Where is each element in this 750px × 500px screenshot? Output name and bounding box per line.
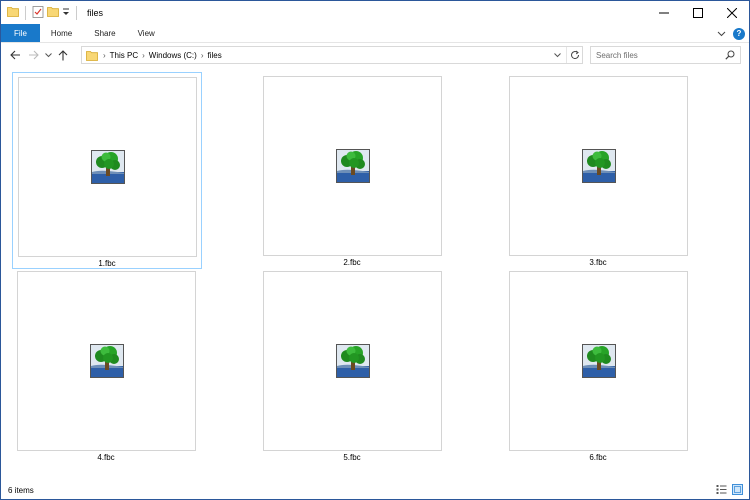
tree-thumbnail-icon [335,149,370,183]
divider [25,5,26,20]
search-input[interactable] [596,50,721,60]
tab-share[interactable]: Share [83,24,126,42]
tab-home[interactable]: Home [40,24,83,42]
tab-view[interactable]: View [127,24,166,42]
expand-ribbon-button[interactable] [717,29,726,39]
file-view: 1.fbc 2.fbc 3.fbc 4.fbc 5.fbc 6.fbc [1,67,749,481]
tree-thumbnail-icon [581,149,616,183]
maximize-icon [693,7,703,18]
item-count: 6 items [8,485,34,495]
arrow-left-icon [9,50,20,60]
arrow-right-icon [28,50,39,60]
file-name[interactable]: 3.fbc [504,258,692,267]
close-icon [727,7,737,18]
tree-thumbnail-icon [90,150,125,184]
refresh-button[interactable] [566,47,582,63]
file-name[interactable]: 2.fbc [258,258,446,267]
chevron-down-icon [44,52,52,57]
file-thumbnail[interactable] [509,271,688,451]
arrow-up-icon [58,49,68,60]
file-item[interactable]: 3.fbc [504,72,694,269]
window-title: files [87,7,104,18]
divider [76,5,77,20]
file-item[interactable]: 4.fbc [12,267,202,464]
file-thumbnail[interactable] [263,76,442,256]
view-switcher [716,484,743,497]
file-item[interactable]: 2.fbc [258,72,448,269]
search-box[interactable] [590,46,741,64]
tree-thumbnail-icon [581,344,616,378]
minimize-button[interactable] [647,1,681,24]
folder-icon [86,50,98,61]
maximize-button[interactable] [681,1,715,24]
file-thumbnail[interactable] [509,76,688,256]
customize-toolbar-icon[interactable] [62,7,70,19]
properties-icon[interactable] [32,5,44,20]
file-name[interactable]: 4.fbc [12,453,200,462]
file-item[interactable]: 6.fbc [504,267,694,464]
folder-icon [7,6,19,19]
file-thumbnail[interactable] [17,271,196,451]
up-button[interactable] [54,46,72,64]
recent-locations-button[interactable] [42,46,54,64]
new-folder-icon[interactable] [47,6,59,19]
navigation-bar: › This PC › Windows (C:) › files [1,43,749,67]
file-name[interactable]: 5.fbc [258,453,446,462]
forward-button[interactable] [24,46,42,64]
title-bar: files [1,1,749,24]
large-icons-view-button[interactable] [732,484,743,497]
tab-file[interactable]: File [1,24,40,42]
address-history-button[interactable] [550,47,564,63]
minimize-icon [659,12,669,13]
details-view-icon [716,485,727,494]
details-view-button[interactable] [716,484,727,497]
file-thumbnail[interactable] [18,77,197,257]
ribbon-right-controls: ? [717,24,745,43]
window-controls [647,1,749,24]
explorer-window: files File Home Share View ? › This PC ›… [0,0,750,500]
breadcrumb-files[interactable]: files [204,51,224,60]
large-icons-view-icon [732,484,743,495]
quick-access-toolbar: files [1,1,103,24]
file-thumbnail[interactable] [263,271,442,451]
chevron-down-icon [553,52,561,57]
back-button[interactable] [6,46,24,64]
chevron-down-icon [717,31,726,36]
ribbon-tabs: File Home Share View ? [1,24,749,43]
file-item[interactable]: 5.fbc [258,267,448,464]
breadcrumb-this-pc[interactable]: This PC [107,51,141,60]
refresh-icon [570,50,579,60]
tree-thumbnail-icon [89,344,124,378]
tree-thumbnail-icon [335,344,370,378]
breadcrumb-windows-c[interactable]: Windows (C:) [146,51,200,60]
status-bar: 6 items [1,481,749,499]
search-icon[interactable] [725,50,735,62]
address-bar[interactable]: › This PC › Windows (C:) › files [81,46,583,64]
close-button[interactable] [715,1,749,24]
file-item[interactable]: 1.fbc [12,72,202,269]
file-name[interactable]: 6.fbc [504,453,692,462]
help-icon[interactable]: ? [733,27,745,40]
